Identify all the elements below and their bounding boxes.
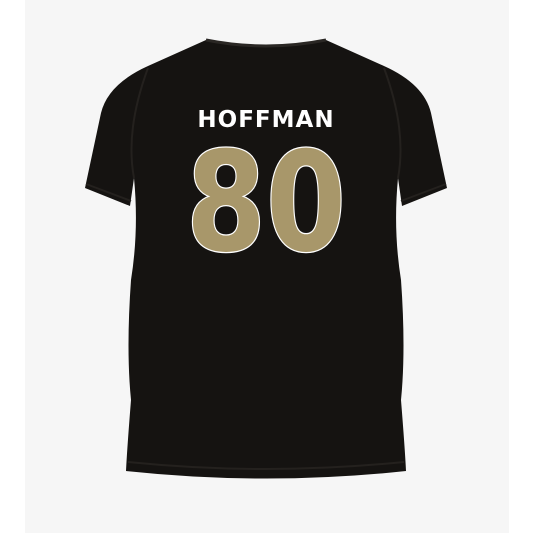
tshirt-back-illustration: HOFFMAN 80: [85, 38, 447, 479]
player-number: 80: [186, 122, 346, 283]
product-image-frame: HOFFMAN 80: [0, 0, 533, 533]
